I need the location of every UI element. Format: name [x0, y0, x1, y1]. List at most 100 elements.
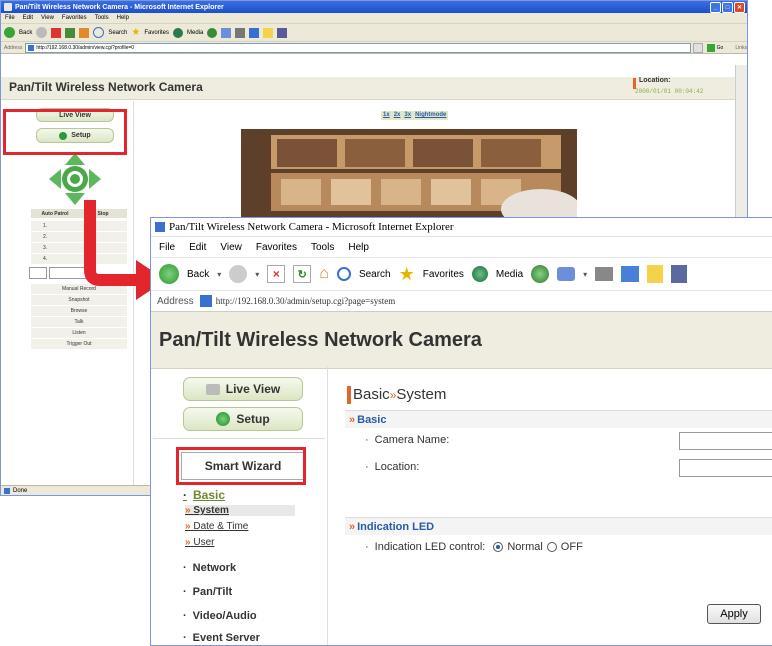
nav-event-server[interactable]: · Event Server	[183, 632, 260, 644]
back-button-label[interactable]: Back	[19, 30, 32, 36]
search-button-label[interactable]: Search	[108, 30, 127, 36]
nav-network[interactable]: · Network	[183, 562, 236, 574]
menu-edit[interactable]: Edit	[189, 242, 206, 253]
menu-file[interactable]: File	[5, 15, 15, 21]
live-view-label: Live View	[225, 382, 281, 396]
zoom-3x[interactable]: 3x	[402, 111, 413, 120]
forward-dropdown-icon[interactable]: ▾	[255, 270, 259, 279]
history-icon[interactable]	[531, 265, 550, 283]
mail-icon[interactable]	[221, 27, 232, 38]
front-left-nav: Live View Setup Smart Wizard · Basic » Sy…	[151, 366, 328, 645]
forward-arrow-icon[interactable]	[229, 265, 248, 283]
folder-icon[interactable]	[647, 265, 664, 283]
zoom-2x[interactable]: 2x	[392, 111, 403, 120]
subnav-system[interactable]: » System	[185, 505, 295, 516]
ie-icon	[155, 222, 165, 232]
auto-patrol-header[interactable]: Auto Patrol	[31, 209, 79, 219]
home-icon[interactable]	[79, 27, 90, 38]
talk-button[interactable]: Talk	[31, 317, 127, 328]
page-heading: Basic»System	[353, 386, 446, 403]
menu-favorites[interactable]: Favorites	[62, 15, 87, 21]
go-button-label[interactable]: Go	[717, 45, 724, 51]
menu-help[interactable]: Help	[117, 15, 129, 21]
history-icon[interactable]	[207, 27, 218, 38]
menu-view[interactable]: View	[41, 15, 54, 21]
back-button-label[interactable]: Back	[187, 269, 209, 280]
edit-icon[interactable]	[621, 266, 640, 282]
menu-tools[interactable]: Tools	[311, 242, 334, 253]
media-button-label[interactable]: Media	[187, 30, 203, 36]
favorites-button-label[interactable]: Favorites	[144, 30, 169, 36]
menu-file[interactable]: File	[159, 242, 175, 253]
back-dropdown-icon[interactable]: ▾	[217, 270, 221, 279]
zoom-1x[interactable]: 1x	[381, 111, 392, 120]
back-title-bar: Pan/Tilt Wireless Network Camera - Micro…	[1, 1, 747, 13]
menu-view[interactable]: View	[220, 242, 242, 253]
nav-basic[interactable]: · Basic	[183, 488, 225, 502]
messenger-icon[interactable]	[671, 265, 688, 283]
folder-icon[interactable]	[263, 27, 274, 38]
apply-button[interactable]: Apply	[707, 604, 761, 624]
favorites-star-icon[interactable]: ★	[399, 264, 415, 285]
forward-arrow-icon[interactable]	[36, 27, 48, 38]
heading-marker	[347, 386, 351, 404]
preset-select[interactable]	[29, 267, 47, 279]
led-normal-radio[interactable]	[493, 542, 504, 552]
stop-icon[interactable]: ×	[267, 265, 286, 283]
stop-icon[interactable]	[51, 27, 62, 38]
go-icon[interactable]	[706, 43, 715, 52]
heading-system: System	[396, 386, 447, 403]
address-dropdown-icon[interactable]	[692, 42, 703, 53]
home-icon[interactable]: ⌂	[319, 265, 329, 283]
maximize-icon[interactable]: □	[722, 2, 733, 13]
favorites-star-icon[interactable]: ★	[131, 27, 140, 38]
nav-video-audio[interactable]: · Video/Audio	[183, 610, 257, 622]
front-page-header: Pan/Tilt Wireless Network Camera	[151, 312, 772, 369]
ptz-dpad[interactable]	[49, 153, 101, 205]
subnav-user[interactable]: » User	[185, 537, 214, 548]
led-off-radio[interactable]	[546, 542, 557, 552]
zoom-controls: 1x 2x 3x Nightmode	[381, 111, 449, 120]
back-arrow-icon[interactable]	[4, 27, 15, 38]
minimize-icon[interactable]: _	[710, 2, 721, 13]
refresh-icon[interactable]: ↻	[293, 265, 312, 283]
media-button-label[interactable]: Media	[496, 269, 523, 280]
refresh-icon[interactable]	[65, 27, 76, 38]
front-address-bar: Address http://192.168.0.30/admin/setup.…	[151, 291, 772, 312]
nav-pan-tilt[interactable]: · Pan/Tilt	[183, 586, 232, 598]
setup-button[interactable]: Setup	[183, 407, 303, 431]
status-text: Done	[13, 488, 28, 494]
media-icon[interactable]	[471, 266, 488, 282]
mail-icon[interactable]	[557, 267, 576, 281]
back-address-input[interactable]: http://192.168.0.30/admin/view.cgi?profi…	[25, 42, 691, 53]
subnav-date-time[interactable]: » Date & Time	[185, 521, 248, 532]
nav-network-label: Network	[192, 562, 237, 574]
menu-tools[interactable]: Tools	[95, 15, 109, 21]
front-address-input[interactable]: http://192.168.0.30/admin/setup.cgi?page…	[199, 295, 395, 307]
live-view-button[interactable]: Live View	[183, 377, 303, 401]
nav-event-server-label: Event Server	[192, 632, 260, 644]
messenger-icon[interactable]	[277, 27, 288, 38]
listen-button[interactable]: Listen	[31, 328, 127, 339]
print-icon[interactable]	[235, 27, 246, 38]
links-label[interactable]: Links	[735, 45, 747, 51]
nightmode-toggle[interactable]: Nightmode	[413, 111, 448, 120]
menu-favorites[interactable]: Favorites	[256, 242, 297, 253]
trigger-out-button[interactable]: Trigger Out	[31, 339, 127, 350]
close-icon[interactable]: ✕	[734, 2, 745, 13]
mail-dropdown-icon[interactable]: ▾	[583, 270, 587, 279]
print-icon[interactable]	[595, 267, 614, 281]
location-input[interactable]	[679, 459, 772, 477]
subnav-arrow: »	[185, 505, 191, 516]
back-arrow-icon[interactable]	[159, 264, 179, 284]
search-button-label[interactable]: Search	[359, 269, 391, 280]
menu-help[interactable]: Help	[348, 242, 369, 253]
edit-icon[interactable]	[249, 27, 260, 38]
section-arrow: »	[349, 520, 356, 533]
camera-name-input[interactable]	[679, 432, 772, 450]
search-icon[interactable]	[93, 27, 105, 38]
favorites-button-label[interactable]: Favorites	[423, 269, 464, 280]
search-icon[interactable]	[336, 267, 351, 281]
media-icon[interactable]	[173, 27, 184, 38]
menu-edit[interactable]: Edit	[23, 15, 33, 21]
